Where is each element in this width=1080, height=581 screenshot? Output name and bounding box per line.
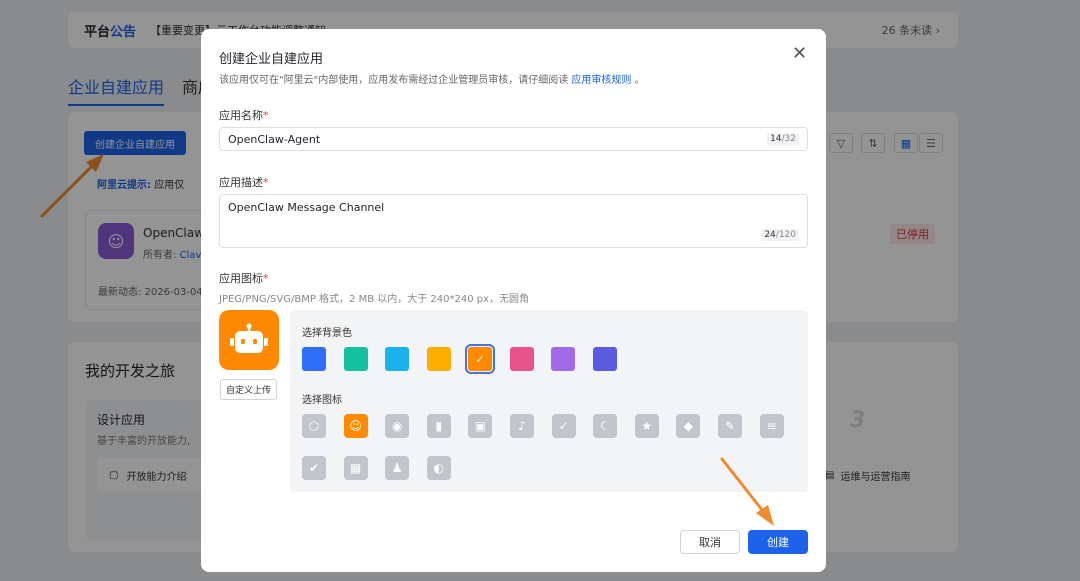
bg-color-swatch[interactable]: ✓: [465, 344, 495, 374]
book-icon[interactable]: ▮: [426, 414, 451, 438]
star-icon[interactable]: ★: [634, 414, 659, 438]
robot-icon[interactable]: ☺: [343, 414, 368, 438]
name-char-count: 14/32: [767, 133, 799, 145]
cancel-button[interactable]: 取消: [680, 530, 740, 554]
bg-color-swatch[interactable]: [592, 347, 617, 371]
icon-label: 应用图标*: [219, 272, 269, 285]
lightbulb-icon[interactable]: ◉: [385, 414, 410, 438]
cube-icon[interactable]: ⬡: [302, 414, 326, 438]
bg-color-swatch[interactable]: [509, 347, 534, 371]
toolbox-icon[interactable]: ▣: [468, 414, 493, 438]
custom-upload-button[interactable]: 自定义上传: [220, 379, 277, 400]
robot-icon: [230, 323, 268, 353]
checklist-icon[interactable]: ✓: [551, 414, 576, 438]
bg-color-swatch[interactable]: [426, 347, 451, 371]
icon-hint: JPEG/PNG/SVG/BMP 格式，2 MB 以内，大于 240*240 p…: [219, 294, 530, 305]
app-desc-textarea[interactable]: OpenClaw Message Channel 24/120: [219, 194, 808, 248]
review-rules-link[interactable]: 应用审核规则: [571, 75, 631, 86]
bg-color-swatch[interactable]: [385, 347, 409, 371]
layout-icon[interactable]: ▦: [343, 456, 368, 480]
desc-label: 应用描述*: [219, 176, 269, 189]
tag-icon[interactable]: ◆: [676, 414, 701, 438]
dialog-description: 该应用仅可在"阿里云"内部使用，应用发布需经过企业管理员审核，请仔细阅读 应用审…: [219, 75, 645, 86]
desc-char-count: 24/120: [761, 229, 799, 241]
close-icon[interactable]: ✕: [792, 45, 807, 63]
annotation-arrow: [720, 457, 774, 526]
bg-color-swatch[interactable]: [302, 347, 326, 371]
create-button[interactable]: 创建: [748, 530, 808, 554]
shield-icon[interactable]: ✔: [302, 456, 326, 480]
people-icon[interactable]: ♟: [385, 456, 410, 480]
wrench-icon[interactable]: ✎: [718, 414, 742, 438]
bg-color-swatch[interactable]: [343, 347, 368, 371]
icon-preview: [219, 310, 279, 370]
app-name-input[interactable]: OpenClaw-Agent 14/32: [219, 127, 808, 151]
bg-color-label: 选择背景色: [302, 328, 352, 339]
glyph-label: 选择图标: [302, 395, 342, 406]
document-icon[interactable]: ≡: [759, 414, 784, 438]
moon-icon[interactable]: ☾: [593, 414, 618, 438]
code-icon[interactable]: ◐: [426, 456, 451, 480]
bell-icon[interactable]: ♪: [510, 414, 534, 438]
bg-color-swatch[interactable]: [551, 347, 575, 371]
name-label: 应用名称*: [219, 109, 269, 122]
dialog-title: 创建企业自建应用: [219, 52, 324, 67]
